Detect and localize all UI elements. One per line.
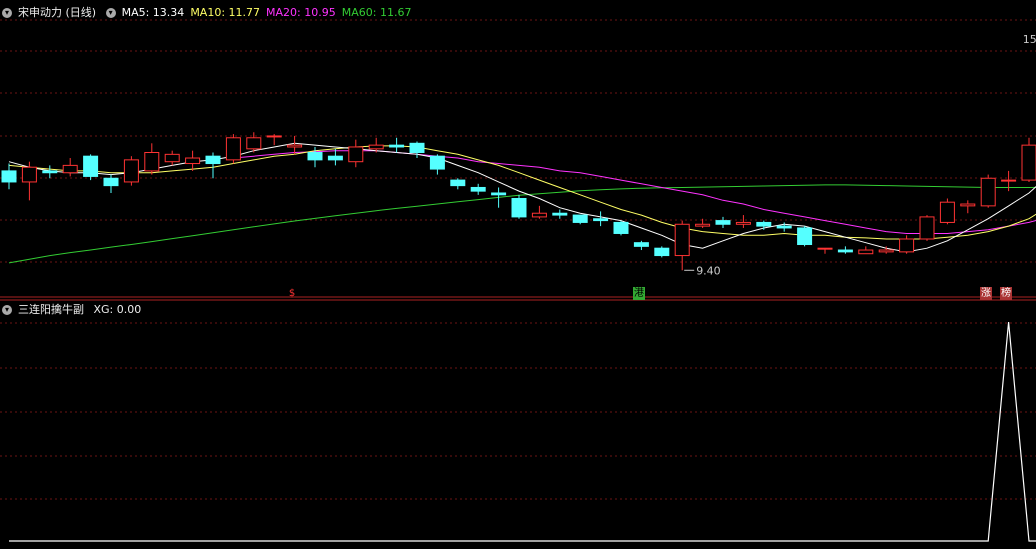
candle-body [613,221,629,234]
candle-body [654,247,670,257]
candle-body [491,192,507,196]
ma20-line [233,150,1036,234]
candle-body [878,249,894,253]
ma5-label: MA5: 13.34 [121,6,185,19]
candle-body [797,227,813,246]
candle-body [429,155,445,170]
high-price-label: 15.69 [1023,33,1036,46]
candle-body [776,225,792,229]
candle-body [205,155,221,165]
stock-title: 宋申动力 (日线) [18,6,97,19]
candle-body [735,221,751,225]
candle-body [409,142,425,154]
candle-body [511,198,527,218]
candle-body [144,152,160,172]
candle-body [837,249,853,253]
candle-body [225,137,241,161]
kline-chart[interactable]: 15.69 9.40 [0,0,1036,549]
candle-body [674,223,690,257]
candle-body [62,164,78,174]
candle-body [572,214,588,223]
candle-body [307,152,323,161]
event-badge-rise[interactable]: 涨 [980,287,992,300]
candle-body [185,157,201,165]
ma5-line [8,142,1036,253]
candle-body [266,135,282,138]
candle-body [368,144,384,150]
sub-panel-menu-icon[interactable]: ▾ [2,305,12,315]
indicator-title: 三连阳擒牛副 [18,303,84,316]
event-badge-dollar[interactable]: $ [286,287,298,300]
candle-body [1001,179,1017,182]
candle-body [817,247,833,250]
candle-body [899,238,915,253]
candle-body [389,144,405,148]
candle-body [715,220,731,225]
low-price-label: 9.40 [696,264,721,277]
sub-panel-header: ▾ 三连阳擒牛副 XG: 0.00 [2,303,147,317]
candle-body [246,137,262,150]
xg-signal-line [9,321,1036,542]
candle-body [327,155,343,161]
event-badge-list[interactable]: 榜 [1000,287,1012,300]
candle-body [470,186,486,192]
candle-body [42,170,58,174]
candle-body [450,179,466,187]
candle-body [348,146,364,163]
candle-body [633,242,649,247]
candle-body [1,170,17,183]
candle-body [980,177,996,207]
candle-body [593,218,609,222]
ma20-label: MA20: 10.95 [266,6,336,19]
main-panel-header: ▾ 宋申动力 (日线) ▾ MA5: 13.34 MA10: 11.77 MA20: 1… [2,6,417,20]
candle-body [756,221,772,227]
candle-body [695,223,711,227]
candle-body [919,216,935,240]
candle-body [123,159,139,183]
candle-body [103,177,119,187]
candle-body [552,212,568,216]
candle-body [1021,144,1036,181]
ma60-label: MA60: 11.67 [341,6,412,19]
candle-body [531,212,547,218]
candle-body [164,153,180,163]
xg-value: XG: 0.00 [93,303,142,316]
candle-body [960,203,976,207]
candle-body [939,201,955,223]
ma10-label: MA10: 11.77 [190,6,261,19]
collapse-toggle-icon[interactable]: ▾ [2,8,12,18]
candle-body [858,249,874,255]
candle-body [287,144,303,148]
candle-body [83,155,99,177]
event-badge-hk[interactable]: 港 [633,287,645,300]
candle-body [21,166,37,183]
indicator-menu-icon[interactable]: ▾ [105,8,116,18]
